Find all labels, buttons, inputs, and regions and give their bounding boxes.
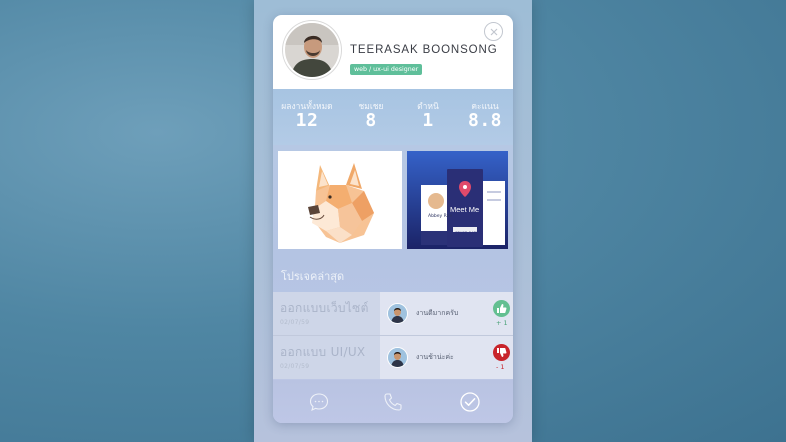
meetme-title: Meet Me bbox=[450, 205, 480, 214]
chat-bubble-icon bbox=[309, 393, 329, 411]
section-title: โปรเจคล่าสุด bbox=[281, 270, 345, 283]
project-date: 02/07/59 bbox=[280, 363, 310, 370]
thumbs-up-button[interactable] bbox=[493, 300, 510, 317]
thumbs-down-icon bbox=[497, 348, 507, 357]
phone-icon bbox=[384, 393, 402, 411]
project-row[interactable]: ออกแบบเว็บไซต์ 02/07/59 งานดีมากครับ + 1 bbox=[273, 292, 513, 335]
stats-bar: ผลงานทั้งหมด 12 ชมเชย 8 ตำหนิ 1 คะแนน 8.… bbox=[273, 89, 513, 145]
shiba-dog-illustration bbox=[278, 151, 402, 249]
profile-name: TEERASAK BOONSONG bbox=[350, 44, 498, 56]
confirm-button[interactable] bbox=[459, 391, 481, 413]
profile-header: TEERASAK BOONSONG web / ux-ui designer bbox=[273, 15, 513, 89]
commenter-avatar bbox=[387, 347, 408, 368]
project-row[interactable]: ออกแบบ UI/UX 02/07/59 งานช้าน่ะค่ะ - 1 bbox=[273, 336, 513, 379]
comment-text: งานช้าน่ะค่ะ bbox=[416, 353, 454, 361]
meetme-cta: START RATING bbox=[455, 231, 484, 235]
commenter-avatar bbox=[387, 303, 408, 324]
stat-value: 8.8 bbox=[467, 110, 502, 131]
project-date: 02/07/59 bbox=[280, 319, 310, 326]
project-info: ออกแบบ UI/UX 02/07/59 bbox=[273, 336, 380, 379]
project-comment: งานช้าน่ะค่ะ - 1 bbox=[380, 336, 513, 379]
project-title: ออกแบบเว็บไซต์ bbox=[280, 301, 369, 315]
portfolio-thumb-meetme[interactable]: Meet Me Abbey Rae START RATING bbox=[407, 151, 508, 249]
stat-value: 1 bbox=[422, 110, 434, 131]
chat-button[interactable] bbox=[308, 391, 330, 413]
vote-count: + 1 bbox=[496, 319, 508, 327]
comment-text: งานดีมากครับ bbox=[416, 309, 459, 317]
project-title: ออกแบบ UI/UX bbox=[280, 345, 366, 359]
close-button[interactable] bbox=[484, 22, 503, 41]
stat-value: 12 bbox=[295, 110, 319, 131]
check-circle-icon bbox=[460, 392, 480, 412]
close-icon bbox=[490, 28, 498, 36]
profile-avatar bbox=[283, 21, 341, 79]
role-badge: web / ux-ui designer bbox=[350, 64, 423, 75]
bottom-action-bar bbox=[273, 380, 513, 423]
project-info: ออกแบบเว็บไซต์ 02/07/59 bbox=[273, 292, 380, 335]
stat-value: 8 bbox=[365, 110, 377, 131]
vote-count: - 1 bbox=[496, 363, 505, 371]
profile-card: TEERASAK BOONSONG web / ux-ui designer ผ… bbox=[273, 15, 513, 423]
call-button[interactable] bbox=[382, 391, 404, 413]
project-comment: งานดีมากครับ + 1 bbox=[380, 292, 513, 335]
phone-frame: TEERASAK BOONSONG web / ux-ui designer ผ… bbox=[254, 0, 532, 442]
portfolio-thumb-shiba[interactable] bbox=[278, 151, 402, 249]
thumbs-up-icon bbox=[497, 304, 507, 313]
thumbs-down-button[interactable] bbox=[493, 344, 510, 361]
meetme-profile-name: Abbey Rae bbox=[428, 214, 453, 219]
